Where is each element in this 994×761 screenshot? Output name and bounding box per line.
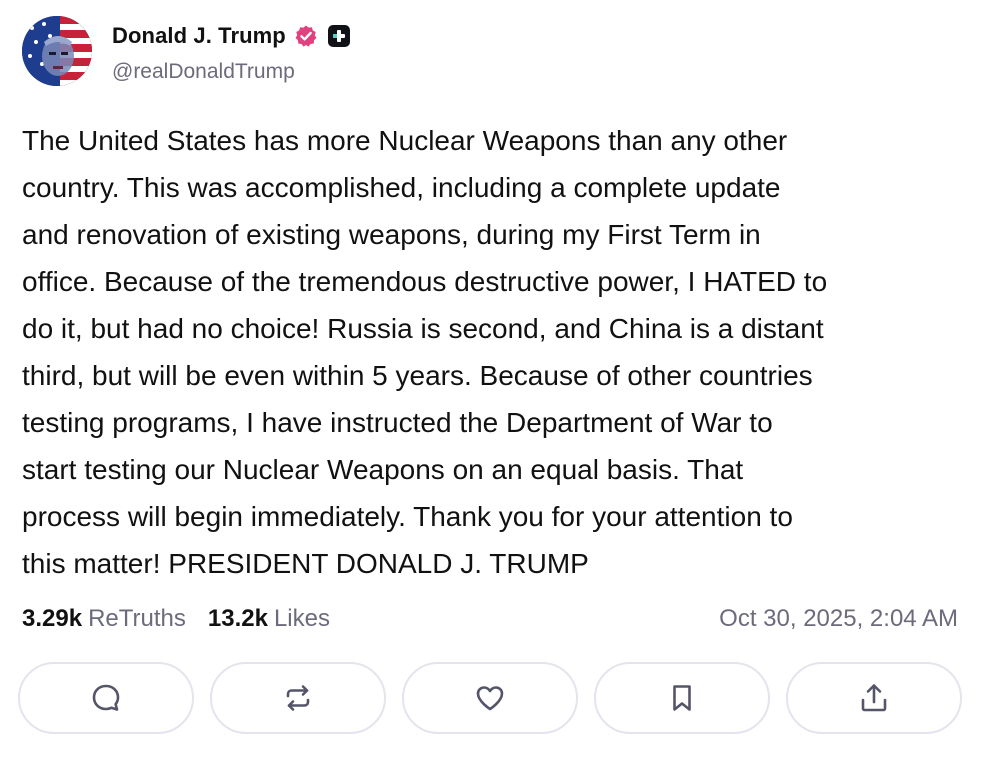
verified-badge-icon <box>294 24 318 48</box>
post-text: The United States has more Nuclear Weapo… <box>22 125 828 579</box>
name-row: Donald J. Trump <box>112 22 350 50</box>
likes-count: 13.2k <box>207 605 268 632</box>
repost-icon <box>281 681 315 715</box>
likes-stat[interactable]: 13.2k Likes <box>208 605 330 633</box>
post-timestamp[interactable]: Oct 30, 2025, 2:04 AM <box>719 605 958 633</box>
plus-badge-icon <box>327 25 350 47</box>
post-stats: 3.29k ReTruths 13.2k Likes Oct 30, 2025,… <box>22 601 958 637</box>
like-button[interactable] <box>402 662 578 734</box>
avatar[interactable] <box>22 16 92 86</box>
retruths-label: ReTruths <box>88 605 186 632</box>
retruths-count: 3.29k <box>22 605 83 632</box>
retruth-button[interactable] <box>210 662 386 734</box>
share-button[interactable] <box>786 662 962 734</box>
reply-button[interactable] <box>18 662 194 734</box>
avatar-image <box>22 16 92 86</box>
share-icon <box>857 681 891 715</box>
post-header: Donald J. Trump @realDonaldTrump <box>22 16 350 86</box>
comment-icon <box>89 681 123 715</box>
author-display-name[interactable]: Donald J. Trump <box>112 23 286 49</box>
bookmark-icon <box>665 681 699 715</box>
bookmark-button[interactable] <box>594 662 770 734</box>
post-card: Donald J. Trump @realDonaldTrump The Uni… <box>0 0 994 761</box>
likes-label: Likes <box>273 605 330 632</box>
heart-icon <box>473 681 507 715</box>
author-handle[interactable]: @realDonaldTrump <box>112 60 350 84</box>
action-bar <box>18 662 962 738</box>
retruths-stat[interactable]: 3.29k ReTruths <box>22 605 186 633</box>
author-identity: Donald J. Trump @realDonaldTrump <box>112 22 350 84</box>
